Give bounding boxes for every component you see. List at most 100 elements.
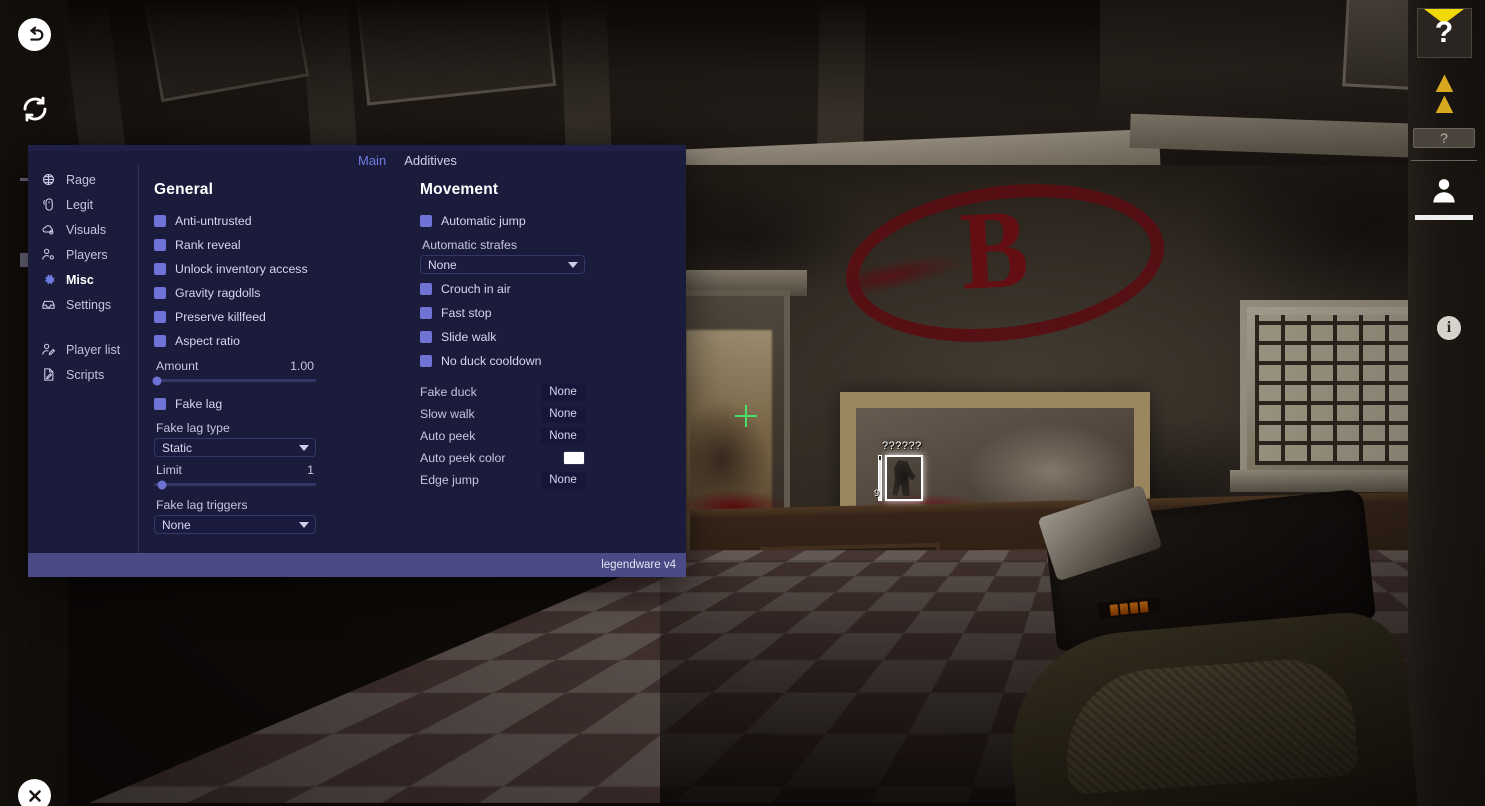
checkbox-crouch-in-air[interactable]: Crouch in air (420, 277, 686, 301)
checkbox-anti-untrusted[interactable]: Anti-untrusted (154, 209, 420, 233)
checkbox-label: Preserve killfeed (175, 310, 266, 324)
slider-limit[interactable]: Limit 1 (154, 463, 316, 489)
sidebar-item-scripts[interactable]: Scripts (40, 362, 138, 387)
checkbox-rank-reveal[interactable]: Rank reveal (154, 233, 420, 257)
checkbox-gravity-ragdolls[interactable]: Gravity ragdolls (154, 281, 420, 305)
sidebar-item-legit[interactable]: Legit (40, 192, 138, 217)
keybind-value[interactable]: None (541, 427, 585, 445)
sidebar-item-player-list[interactable]: Player list (40, 337, 138, 362)
checkbox-box[interactable] (154, 287, 166, 299)
dropdown-fake-lag-triggers[interactable]: None (154, 515, 316, 534)
slider-track[interactable] (152, 376, 316, 385)
sidebar-item-rage[interactable]: Rage (40, 167, 138, 192)
dropdown-automatic-strafes[interactable]: None (420, 255, 585, 274)
dropdown-value: None (162, 517, 191, 532)
checkbox-box[interactable] (154, 263, 166, 275)
checkbox-label: Fake lag (175, 397, 223, 411)
label-automatic-strafes: Automatic strafes (422, 238, 517, 252)
checkbox-fast-stop[interactable]: Fast stop (420, 301, 686, 325)
keybind-value[interactable]: None (541, 471, 585, 489)
rank-chevrons-icon: ▲ ▲ (1429, 66, 1460, 120)
group-title-general: General (154, 181, 214, 198)
checkbox-box[interactable] (420, 215, 432, 227)
slider-label: Limit (156, 463, 182, 477)
cloud-gear-icon (40, 221, 57, 238)
tab-additives[interactable]: Additives (404, 153, 457, 168)
crosshair-globe-icon (40, 171, 57, 188)
screen-root: B ?????? 9 ? ▲ ▲ ? i Main Additives Rage… (0, 0, 1485, 806)
slider-handle[interactable] (152, 376, 162, 385)
checkbox-label: Aspect ratio (175, 334, 240, 348)
keybind-value[interactable]: None (541, 383, 585, 401)
person-edit-icon (40, 341, 57, 358)
slider-track[interactable] (154, 480, 316, 489)
sidebar-label: Visuals (66, 222, 107, 237)
refresh-icon[interactable] (18, 92, 51, 125)
player-avatar-icon (1429, 175, 1459, 211)
sidebar-item-players[interactable]: Players (40, 242, 138, 267)
document-icon (40, 366, 57, 383)
dropdown-fake-lag-type[interactable]: Static (154, 438, 316, 457)
bombsite-b-marking: B (836, 167, 1174, 359)
drawer-icon (40, 296, 57, 313)
slider-handle[interactable] (157, 480, 167, 489)
esp-box (885, 455, 923, 501)
chevron-down-icon (299, 521, 309, 528)
rank-pill: ? (1413, 128, 1475, 148)
mouse-icon (40, 196, 57, 213)
slider-amount[interactable]: Amount 1.00 (152, 359, 316, 385)
bombsite-letter: B (957, 186, 1032, 314)
checkbox-slide-walk[interactable]: Slide walk (420, 325, 686, 349)
esp-health-value: 9 (874, 488, 880, 498)
checkbox-box[interactable] (154, 398, 166, 410)
checkbox-box[interactable] (420, 283, 432, 295)
menu-title-bar (28, 145, 686, 151)
checkbox-box[interactable] (154, 311, 166, 323)
sidebar-label: Rage (66, 172, 96, 187)
close-icon[interactable] (18, 779, 51, 806)
sidebar-divider (138, 165, 139, 561)
color-auto-peek-color[interactable]: Auto peek color (420, 447, 585, 469)
info-icon: i (1437, 316, 1461, 340)
checkbox-box[interactable] (154, 335, 166, 347)
label-fake-lag-type: Fake lag type (156, 421, 230, 435)
checkbox-fake-lag[interactable]: Fake lag (154, 392, 420, 416)
undo-icon[interactable] (18, 18, 51, 51)
keybind-auto-peek[interactable]: Auto peek None (420, 425, 585, 447)
esp-player-silhouette (892, 460, 916, 496)
checkbox-label: Fast stop (441, 306, 492, 320)
checkbox-aspect-ratio[interactable]: Aspect ratio (154, 329, 420, 353)
sidebar-label: Scripts (66, 367, 105, 382)
checkbox-box[interactable] (154, 215, 166, 227)
sidebar-item-settings[interactable]: Settings (40, 292, 138, 317)
menu-sidebar: Rage Legit Visuals Players Misc Settings… (28, 167, 138, 387)
keybind-label: Auto peek (420, 429, 476, 443)
sidebar-item-misc[interactable]: Misc (40, 267, 138, 292)
sidebar-label: Legit (66, 197, 94, 212)
esp-player-name: ?????? (882, 440, 922, 452)
checkbox-unlock-inventory-access[interactable]: Unlock inventory access (154, 257, 420, 281)
checkbox-preserve-killfeed[interactable]: Preserve killfeed (154, 305, 420, 329)
keybind-slow-walk[interactable]: Slow walk None (420, 403, 585, 425)
menu-content: General Anti-untrusted Rank reveal Unloc… (152, 175, 686, 549)
checkbox-no-duck-cooldown[interactable]: No duck cooldown (420, 349, 686, 373)
checkbox-box[interactable] (420, 307, 432, 319)
keybind-edge-jump[interactable]: Edge jump None (420, 469, 585, 491)
color-swatch[interactable] (563, 451, 585, 465)
keybind-value[interactable]: None (541, 405, 585, 423)
dropdown-value: None (428, 257, 457, 272)
checkbox-label: No duck cooldown (441, 354, 542, 368)
group-title-movement: Movement (420, 181, 499, 198)
keybind-fake-duck[interactable]: Fake duck None (420, 381, 585, 403)
watermark-label: legendware v4 (601, 559, 676, 571)
tab-main[interactable]: Main (358, 153, 386, 168)
checkbox-box[interactable] (420, 331, 432, 343)
checkbox-box[interactable] (420, 355, 432, 367)
checkbox-box[interactable] (154, 239, 166, 251)
crosshair (735, 405, 757, 427)
menu-footer: legendware v4 (28, 553, 686, 577)
checkbox-automatic-jump[interactable]: Automatic jump (420, 209, 686, 233)
slider-label: Amount (156, 359, 199, 373)
keybind-label: Fake duck (420, 385, 477, 399)
sidebar-item-visuals[interactable]: Visuals (40, 217, 138, 242)
